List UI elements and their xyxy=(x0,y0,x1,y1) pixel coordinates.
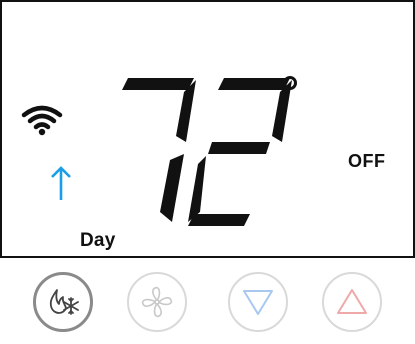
digit-seven xyxy=(122,78,196,222)
flame-snowflake-icon xyxy=(49,289,79,315)
mode-button[interactable] xyxy=(33,272,93,332)
arrow-up-icon xyxy=(51,166,71,200)
temperature-digits xyxy=(122,78,292,226)
triangle-down-icon xyxy=(243,290,273,315)
fan-icon xyxy=(141,286,173,318)
schedule-period-label: Day xyxy=(80,230,116,251)
system-mode-status: OFF xyxy=(348,151,386,171)
thermostat-display: Day OFF xyxy=(0,0,415,258)
thermostat: Day OFF xyxy=(0,0,415,344)
fan-button[interactable] xyxy=(127,272,187,332)
triangle-up-icon xyxy=(337,289,367,314)
temperature-up-button[interactable] xyxy=(322,272,382,332)
wifi-icon xyxy=(21,105,63,136)
digit-two xyxy=(188,78,292,226)
degree-symbol xyxy=(283,76,297,90)
temperature-down-button[interactable] xyxy=(228,272,288,332)
